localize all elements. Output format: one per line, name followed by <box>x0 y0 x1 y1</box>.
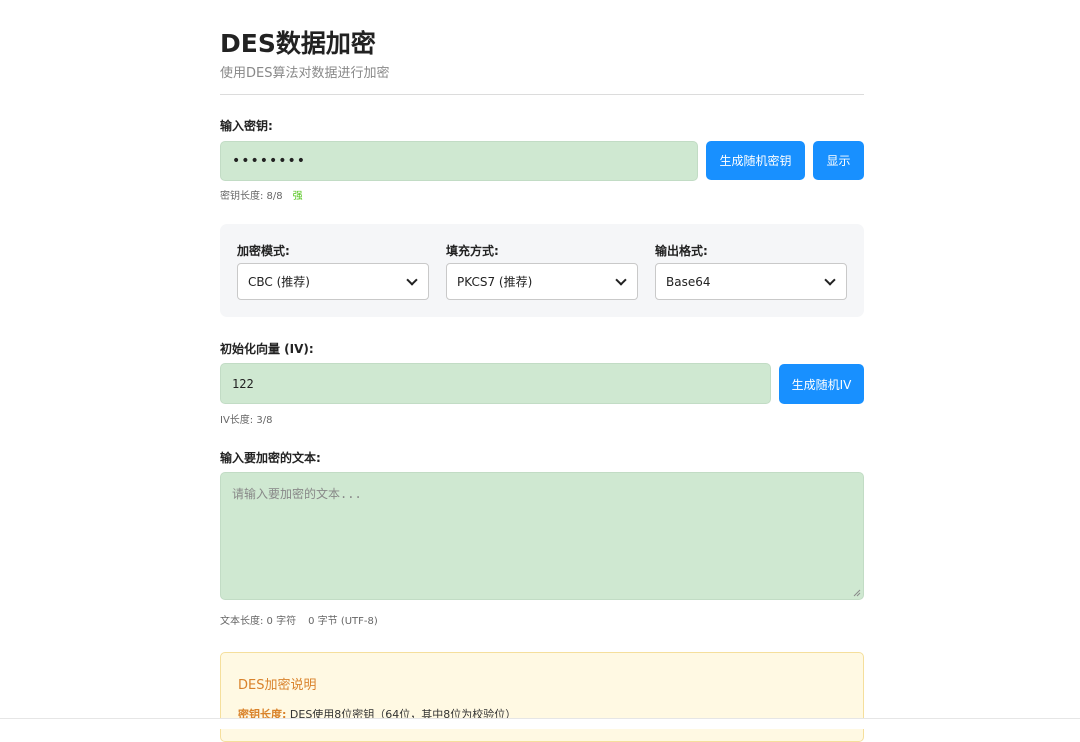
output-selected-value: Base64 <box>666 274 711 289</box>
plaintext-label: 输入要加密的文本: <box>220 451 321 465</box>
output-select[interactable]: Base64 <box>655 263 847 300</box>
padding-selected-value: PKCS7 (推荐) <box>457 275 533 289</box>
generate-random-iv-button[interactable]: 生成随机IV <box>779 364 864 404</box>
text-bytes-text: 0 字节 (UTF-8) <box>308 616 378 627</box>
padding-label: 填充方式: <box>446 244 499 258</box>
key-length-text: 密钥长度: 8/8 <box>220 191 283 202</box>
mode-select[interactable]: CBC (推荐) <box>237 263 429 300</box>
resize-handle-icon[interactable] <box>853 589 861 597</box>
text-length-text: 文本长度: 0 字符 <box>220 616 297 627</box>
key-label: 输入密钥: <box>220 119 273 133</box>
chevron-down-icon <box>824 273 836 286</box>
chevron-down-icon <box>615 273 627 286</box>
iv-length-text: IV长度: 3/8 <box>220 415 273 426</box>
header-divider <box>220 94 864 95</box>
generate-random-key-button[interactable]: 生成随机密钥 <box>706 141 805 180</box>
page-subtitle: 使用DES算法对数据进行加密 <box>220 66 390 81</box>
info-title: DES加密说明 <box>238 678 317 693</box>
encryption-options: 加密模式: CBC (推荐) 填充方式: PKCS7 (推荐) 输出格式: Ba… <box>220 224 864 317</box>
page-title: DES数据加密 <box>220 29 376 58</box>
mode-label: 加密模式: <box>237 244 290 258</box>
plaintext-placeholder: 请输入要加密的文本... <box>232 487 362 501</box>
key-input[interactable]: •••••••• <box>220 141 698 181</box>
chevron-down-icon <box>406 273 418 286</box>
padding-select[interactable]: PKCS7 (推荐) <box>446 263 638 300</box>
viewport-bottom-area <box>0 719 1080 729</box>
iv-input[interactable]: 122 <box>220 363 771 404</box>
key-length-hint: 密钥长度: 8/8 强 <box>220 187 303 202</box>
iv-label: 初始化向量 (IV): <box>220 342 314 356</box>
show-key-button[interactable]: 显示 <box>813 141 864 180</box>
key-strength-badge: 强 <box>292 191 303 202</box>
plaintext-textarea[interactable]: 请输入要加密的文本... <box>220 472 864 600</box>
text-length-hint: 文本长度: 0 字符 0 字节 (UTF-8) <box>220 612 378 627</box>
mode-selected-value: CBC (推荐) <box>248 275 310 289</box>
output-label: 输出格式: <box>655 244 708 258</box>
